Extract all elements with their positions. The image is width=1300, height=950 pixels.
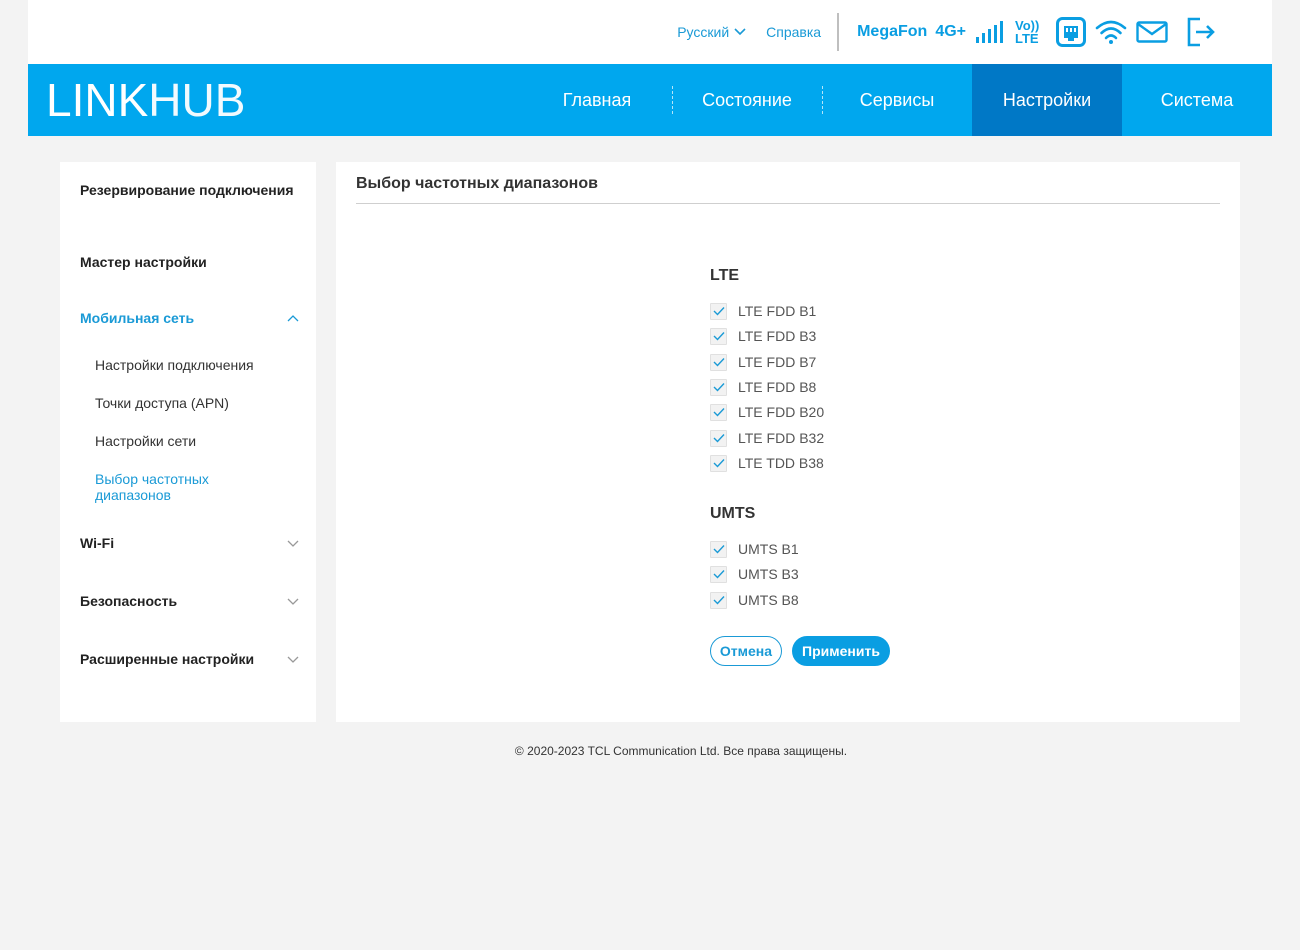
header: LINKHUB Главная Состояние Сервисы Настро… <box>28 64 1272 136</box>
checkbox-label: LTE FDD B7 <box>738 354 817 370</box>
logo: LINKHUB <box>46 74 245 126</box>
check-icon <box>713 383 725 392</box>
title-divider <box>356 203 1220 204</box>
page-title: Выбор частотных диапазонов <box>356 175 598 192</box>
nav-settings[interactable]: Настройки <box>972 64 1122 136</box>
checkbox-label: LTE FDD B20 <box>738 404 825 420</box>
band-checkbox-lte-b7[interactable]: LTE FDD B7 <box>710 353 816 371</box>
logout-icon[interactable] <box>1186 17 1216 47</box>
sidebar-item-label: Расширенные настройки <box>80 651 255 667</box>
check-icon <box>713 596 725 605</box>
logo-part-2: HUB <box>148 74 246 126</box>
chevron-down-icon <box>287 598 299 605</box>
checkbox-label: UMTS B8 <box>738 592 799 608</box>
checkbox-label: UMTS B1 <box>738 541 799 557</box>
checkbox-label: LTE FDD B32 <box>738 430 825 446</box>
ethernet-icon[interactable] <box>1056 17 1086 47</box>
sidebar-item-mobile-network[interactable]: Мобильная сеть <box>80 310 300 326</box>
volte-icon: Vo)) LTE <box>1015 19 1047 45</box>
checkbox[interactable] <box>710 327 727 345</box>
band-checkbox-umts-b3[interactable]: UMTS B3 <box>710 565 799 583</box>
sidebar-item-setup-wizard[interactable]: Мастер настройки <box>80 254 300 270</box>
sidebar-item-connection-backup[interactable]: Резервирование подключения <box>80 182 300 198</box>
sidebar: Резервирование подключения Мастер настро… <box>60 162 316 722</box>
check-icon <box>713 307 725 316</box>
nav-system[interactable]: Система <box>1122 64 1272 136</box>
sidebar-sub-apn[interactable]: Точки доступа (APN) <box>95 395 295 411</box>
checkbox[interactable] <box>710 565 727 583</box>
checkbox[interactable] <box>710 302 727 320</box>
band-checkbox-lte-b3[interactable]: LTE FDD B3 <box>710 327 816 345</box>
sidebar-item-security[interactable]: Безопасность <box>80 593 300 609</box>
check-icon <box>713 570 725 579</box>
language-select[interactable]: Русский <box>677 24 746 40</box>
checkbox[interactable] <box>710 353 727 371</box>
sidebar-sub-network-settings[interactable]: Настройки сети <box>95 433 295 449</box>
language-label: Русский <box>677 24 730 40</box>
band-checkbox-lte-b20[interactable]: LTE FDD B20 <box>710 403 824 421</box>
operator-name: MegaFon <box>857 23 928 40</box>
help-link[interactable]: Справка <box>766 24 821 40</box>
checkbox[interactable] <box>710 591 727 609</box>
chevron-up-icon <box>287 315 299 322</box>
check-icon <box>713 332 725 341</box>
checkbox-label: LTE TDD B38 <box>738 455 824 471</box>
checkbox[interactable] <box>710 540 727 558</box>
band-checkbox-umts-b8[interactable]: UMTS B8 <box>710 591 799 609</box>
status-bar: Русский Справка MegaFon 4G+ Vo)) LTE <box>28 0 1272 64</box>
checkbox-label: LTE FDD B3 <box>738 328 817 344</box>
cancel-button[interactable]: Отмена <box>710 636 782 666</box>
sidebar-item-label: Безопасность <box>80 593 178 609</box>
mail-icon[interactable] <box>1136 21 1168 43</box>
sidebar-sub-band-selection[interactable]: Выбор частотных диапазонов <box>95 471 235 503</box>
sidebar-item-label: Мобильная сеть <box>80 310 195 326</box>
network-type: 4G+ <box>935 23 966 40</box>
nav-services[interactable]: Сервисы <box>822 64 972 136</box>
main-nav: Главная Состояние Сервисы Настройки Сист… <box>522 64 1272 136</box>
checkbox[interactable] <box>710 454 727 472</box>
band-checkbox-lte-b1[interactable]: LTE FDD B1 <box>710 302 816 320</box>
umts-group-title: UMTS <box>710 505 756 522</box>
checkbox-label: LTE FDD B8 <box>738 379 817 395</box>
signal-icon <box>975 21 1005 43</box>
nav-home[interactable]: Главная <box>522 64 672 136</box>
chevron-down-icon <box>287 540 299 547</box>
volte-bottom: LTE <box>1015 31 1039 46</box>
sidebar-sub-connection-settings[interactable]: Настройки подключения <box>95 357 295 373</box>
chevron-down-icon <box>734 28 746 36</box>
checkbox-label: LTE FDD B1 <box>738 303 817 319</box>
status-area: Русский Справка MegaFon 4G+ Vo)) LTE <box>677 0 1216 64</box>
sidebar-item-advanced[interactable]: Расширенные настройки <box>80 651 300 667</box>
logo-part-1: LINK <box>46 74 149 126</box>
band-checkbox-lte-b38[interactable]: LTE TDD B38 <box>710 454 824 472</box>
check-icon <box>713 408 725 417</box>
checkbox-label: UMTS B3 <box>738 566 799 582</box>
check-icon <box>713 358 725 367</box>
apply-button[interactable]: Применить <box>792 636 890 666</box>
band-selection-panel: Выбор частотных диапазонов LTE LTE FDD B… <box>336 162 1240 722</box>
band-checkbox-lte-b8[interactable]: LTE FDD B8 <box>710 378 816 396</box>
checkbox[interactable] <box>710 403 727 421</box>
lte-group-title: LTE <box>710 267 740 284</box>
chevron-down-icon <box>287 656 299 663</box>
nav-status[interactable]: Состояние <box>672 64 822 136</box>
band-checkbox-umts-b1[interactable]: UMTS B1 <box>710 540 799 558</box>
sidebar-item-label: Wi-Fi <box>80 535 115 551</box>
sidebar-item-wifi[interactable]: Wi-Fi <box>80 535 300 551</box>
wifi-icon[interactable] <box>1095 19 1127 45</box>
checkbox[interactable] <box>710 378 727 396</box>
checkbox[interactable] <box>710 429 727 447</box>
footer-copyright: © 2020-2023 TCL Communication Ltd. Все п… <box>514 744 848 758</box>
band-checkbox-lte-b32[interactable]: LTE FDD B32 <box>710 429 824 447</box>
divider <box>837 13 840 51</box>
check-icon <box>713 459 725 468</box>
check-icon <box>713 434 725 443</box>
check-icon <box>713 545 725 554</box>
